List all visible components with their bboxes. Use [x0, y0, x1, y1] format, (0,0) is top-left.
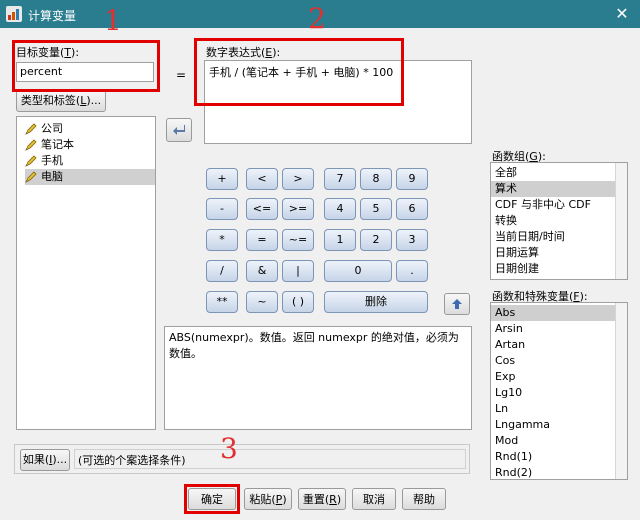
annotation-box-2 [194, 38, 404, 106]
annotation-number-1: 1 [104, 4, 122, 37]
key-decimal[interactable]: . [396, 260, 428, 282]
key-minus[interactable]: - [206, 198, 238, 220]
function-description: ABS(numexpr)。数值。返回 numexpr 的绝对值，必须为数值。 [164, 326, 472, 430]
type-and-label-button[interactable]: 类型和标签(L)... [16, 90, 106, 112]
spss-app-icon [6, 6, 22, 22]
key-greater-equal[interactable]: >= [282, 198, 314, 220]
function-item[interactable]: Artan [491, 337, 615, 353]
key-delete[interactable]: 删除 [324, 291, 428, 313]
function-group-item[interactable]: 全部 [491, 165, 615, 181]
compute-variable-dialog: 计算变量 ✕ 目标变量(T): percent 类型和标签(L)... = 公司… [0, 0, 640, 520]
function-item-selected[interactable]: Abs [491, 305, 615, 321]
key-1[interactable]: 1 [324, 229, 356, 251]
key-equal[interactable]: = [246, 229, 278, 251]
cancel-button[interactable]: 取消 [352, 488, 396, 510]
function-group-item[interactable]: 日期创建 [491, 261, 615, 277]
variable-item-selected[interactable]: 电脑 [25, 169, 155, 185]
function-group-item[interactable]: CDF 与非中心 CDF [491, 197, 615, 213]
key-power[interactable]: ** [206, 291, 238, 313]
paste-button[interactable]: 粘贴(P) [244, 488, 292, 510]
key-less-equal[interactable]: <= [246, 198, 278, 220]
if-condition-field: (可选的个案选择条件) [74, 449, 466, 469]
key-4[interactable]: 4 [324, 198, 356, 220]
key-0[interactable]: 0 [324, 260, 392, 282]
key-3[interactable]: 3 [396, 229, 428, 251]
key-greater-than[interactable]: > [282, 168, 314, 190]
annotation-box-3 [184, 484, 240, 514]
key-not-equal[interactable]: ~= [282, 229, 314, 251]
arrow-up-icon [452, 299, 462, 309]
scale-variable-icon [25, 155, 37, 167]
functions-scrollbar[interactable] [615, 303, 627, 479]
key-divide[interactable]: / [206, 260, 238, 282]
annotation-number-2: 2 [308, 2, 326, 35]
function-group-item-selected[interactable]: 算术 [491, 181, 615, 197]
insert-function-button[interactable] [444, 293, 470, 315]
key-or[interactable]: | [282, 260, 314, 282]
function-item[interactable]: Lngamma [491, 417, 615, 433]
function-item[interactable]: Cos [491, 353, 615, 369]
variable-item[interactable]: 公司 [25, 121, 63, 137]
key-7[interactable]: 7 [324, 168, 356, 190]
annotation-box-1 [12, 40, 160, 92]
function-group-item[interactable]: 日期运算 [491, 245, 615, 261]
key-2[interactable]: 2 [360, 229, 392, 251]
function-item[interactable]: Exp [491, 369, 615, 385]
function-group-item[interactable]: 转换 [491, 213, 615, 229]
close-button[interactable]: ✕ [612, 4, 632, 24]
function-item[interactable]: Ln [491, 401, 615, 417]
scale-variable-icon [25, 171, 37, 183]
annotation-number-3: 3 [220, 432, 238, 465]
function-group-item[interactable]: 当前日期/时间 [491, 229, 615, 245]
variable-item[interactable]: 手机 [25, 153, 63, 169]
help-button[interactable]: 帮助 [402, 488, 446, 510]
scale-variable-icon [25, 123, 37, 135]
key-parentheses[interactable]: ( ) [282, 291, 314, 313]
function-group-list[interactable]: 全部 算术 CDF 与非中心 CDF 转换 当前日期/时间 日期运算 日期创建 [490, 162, 628, 280]
window-title: 计算变量 [28, 9, 77, 23]
function-item[interactable]: Mod [491, 433, 615, 449]
key-and[interactable]: & [246, 260, 278, 282]
function-item[interactable]: Arsin [491, 321, 615, 337]
arrow-left-icon [173, 125, 185, 135]
move-variable-button[interactable] [166, 118, 192, 142]
function-item[interactable]: Rnd(1) [491, 449, 615, 465]
equals-sign: = [176, 68, 187, 82]
function-group-scrollbar[interactable] [615, 163, 627, 279]
key-multiply[interactable]: * [206, 229, 238, 251]
key-5[interactable]: 5 [360, 198, 392, 220]
functions-list[interactable]: Abs Arsin Artan Cos Exp Lg10 Ln Lngamma … [490, 302, 628, 480]
variable-list[interactable]: 公司 笔记本 手机 电脑 [16, 116, 156, 430]
function-item[interactable]: Lg10 [491, 385, 615, 401]
function-item[interactable]: Rnd(2) [491, 465, 615, 479]
scale-variable-icon [25, 139, 37, 151]
key-plus[interactable]: + [206, 168, 238, 190]
key-6[interactable]: 6 [396, 198, 428, 220]
key-not[interactable]: ~ [246, 291, 278, 313]
key-9[interactable]: 9 [396, 168, 428, 190]
key-8[interactable]: 8 [360, 168, 392, 190]
if-button[interactable]: 如果(I)... [20, 449, 70, 471]
reset-button[interactable]: 重置(R) [298, 488, 346, 510]
key-less-than[interactable]: < [246, 168, 278, 190]
variable-item[interactable]: 笔记本 [25, 137, 74, 153]
